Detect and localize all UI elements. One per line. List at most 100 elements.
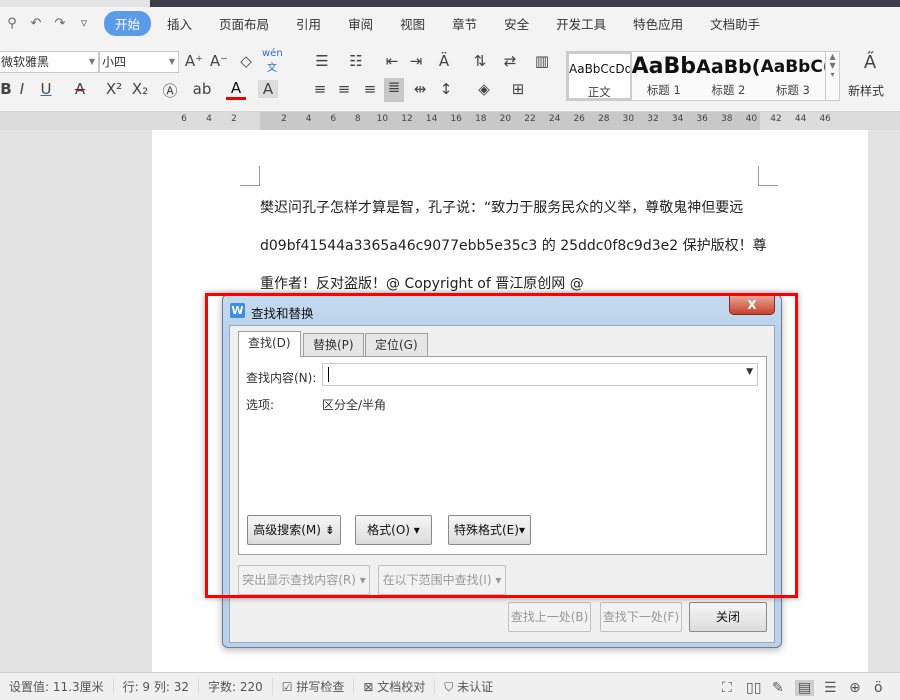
ruler-tick: 30 (622, 114, 635, 124)
line-spacing-icon[interactable]: ↕ (436, 80, 456, 98)
style-heading-2[interactable]: AaBb(标题 2 (696, 52, 761, 100)
margin-marker (240, 166, 260, 186)
ruler-tick: 4 (206, 114, 212, 124)
ruler-tick: 42 (770, 114, 782, 124)
decrease-indent-icon[interactable]: ⇤ (382, 52, 402, 70)
highlight-icon[interactable]: ab (192, 80, 212, 98)
ruler-tick: 6 (181, 114, 187, 124)
spell-check-button[interactable]: ☑ 拼写检查 (273, 678, 355, 695)
style-heading-3[interactable]: AaBbC(标题 3 (760, 52, 826, 100)
new-style-icon[interactable]: A̋ (860, 52, 880, 73)
style-gallery: AaBbCcDd 正文 AaBb 标题 1 AaBb(标题 2 AaBbC(标题 3… (566, 51, 840, 101)
ruler-tick: 2 (281, 114, 287, 124)
tab-find[interactable]: 查找(D) (238, 331, 301, 357)
line-break-icon[interactable]: ⇄ (500, 52, 520, 70)
style-normal[interactable]: AaBbCcDd 正文 (567, 52, 632, 100)
new-style-button[interactable]: 新样式 (848, 82, 884, 99)
sort-icon[interactable]: ⇅ (470, 52, 490, 70)
fullscreen-icon[interactable]: ⛶ (722, 680, 732, 696)
text-effect-icon[interactable]: Ⓐ (160, 80, 180, 101)
page-view-icon[interactable]: ▤ (795, 680, 815, 696)
tab-page-layout[interactable]: 页面布局 (208, 11, 280, 36)
ruler-tick: 16 (450, 114, 462, 124)
align-right-icon[interactable]: ≡ (360, 80, 380, 98)
menu-bar: ⚲ ↶ ↷ ▿ 开始 插入 页面布局 引用 审阅 视图 章节 安全 开发工具 特… (0, 7, 900, 40)
document-line: d09bf41544a3365a46c9077ebb5e35c3 的 25ddc… (260, 238, 767, 254)
columns-icon[interactable]: ▥ (532, 52, 552, 70)
tab-features[interactable]: 特色应用 (622, 11, 694, 36)
tab-home[interactable]: 开始 (104, 11, 152, 36)
ruler-tick: 12 (401, 114, 413, 124)
tab-references[interactable]: 引用 (285, 11, 332, 36)
style-heading-1[interactable]: AaBb 标题 1 (631, 52, 697, 100)
tab-security[interactable]: 安全 (493, 11, 540, 36)
tab-insert[interactable]: 插入 (156, 11, 203, 36)
reading-mode-icon[interactable]: ▯▯ (746, 680, 761, 696)
web-view-icon[interactable]: ⊕ (849, 680, 861, 696)
eye-protection-icon[interactable]: ö (874, 680, 883, 696)
tab-developer[interactable]: 开发工具 (545, 11, 617, 36)
outline-view-icon[interactable]: ☰ (824, 680, 837, 696)
align-left-icon[interactable]: ≡ (310, 80, 330, 98)
style-gallery-scroll[interactable]: ▲ ▼ ▾ (825, 52, 839, 100)
distribute-icon[interactable]: ⇹ (410, 80, 430, 98)
ruler-tick: 32 (647, 114, 659, 124)
superscript-icon[interactable]: X² (104, 80, 124, 98)
justify-icon[interactable]: ≣ (384, 78, 404, 102)
font-name-select[interactable]: 微软雅黑 ▼ (0, 51, 99, 73)
font-size-select[interactable]: 小四 ▼ (99, 51, 179, 73)
find-previous-button[interactable]: 查找上一处(B) (508, 602, 591, 632)
align-center-icon[interactable]: ≡ (334, 80, 354, 98)
borders-icon[interactable]: ⊞ (508, 80, 528, 98)
ruler-tick: 28 (598, 114, 610, 124)
italic-icon[interactable]: I (12, 80, 32, 98)
tab-review[interactable]: 审阅 (337, 11, 384, 36)
document-line: 樊迟问孔子怎样才算是智，孔子说：“致力于服务民众的义举，尊敬鬼神但要远 (260, 200, 744, 216)
strikethrough-icon[interactable]: A (70, 80, 90, 98)
increase-indent-icon[interactable]: ⇥ (406, 52, 426, 70)
ruler-tick: 34 (671, 114, 684, 124)
ruler-tick: 4 (305, 114, 312, 124)
chevron-down-icon: ▼ (168, 57, 175, 66)
ruler-tick: 38 (721, 114, 733, 124)
chevron-down-icon: ▼ (88, 57, 95, 66)
unverified-status[interactable]: ⛉ 未认证 (435, 678, 502, 695)
undo-icon[interactable]: ↶ (24, 16, 48, 31)
bullets-icon[interactable]: ☰ (312, 52, 332, 70)
tab-view[interactable]: 视图 (389, 11, 436, 36)
ruler-tick: 6 (330, 114, 337, 124)
numbering-icon[interactable]: ☷ (346, 52, 366, 70)
find-next-button[interactable]: 查找下一处(F) (600, 602, 682, 632)
subscript-icon[interactable]: X₂ (130, 80, 150, 98)
clear-format-icon[interactable]: ◇ (236, 52, 256, 70)
customize-icon[interactable]: ▿ (72, 16, 96, 31)
doc-proofread-button[interactable]: ⊠ 文档校对 (354, 678, 436, 695)
status-position: 设置值: 11.3厘米 (0, 678, 114, 695)
underline-icon[interactable]: U (36, 80, 56, 98)
tab-section[interactable]: 章节 (441, 11, 488, 36)
phonetic-guide-icon[interactable]: wén 文 (262, 48, 283, 74)
shrink-font-icon[interactable]: A⁻ (209, 52, 229, 70)
font-name-value: 微软雅黑 (1, 55, 50, 69)
ruler-tick: 2 (231, 114, 237, 124)
redo-icon[interactable]: ↷ (48, 16, 72, 31)
text-direction-icon[interactable]: Ä (434, 52, 454, 70)
close-button[interactable]: 关闭 (689, 602, 767, 632)
horizontal-ruler[interactable]: 6 4 2 2 4 6 8 10 12 14 16 18 20 22 24 26 28 30 32 34 36 38 40 4… (0, 112, 900, 130)
status-line-col: 行: 9 列: 32 (114, 678, 200, 695)
tab-doc-assistant[interactable]: 文档助手 (699, 11, 771, 36)
ruler-tick: 46 (819, 114, 831, 124)
search-icon[interactable]: ⚲ (0, 16, 24, 31)
font-size-value: 小四 (102, 55, 127, 69)
ruler-tick: 26 (573, 114, 585, 124)
pen-icon[interactable]: ✎ (772, 680, 784, 696)
status-word-count[interactable]: 字数: 220 (199, 678, 273, 695)
grow-font-icon[interactable]: A⁺ (184, 52, 204, 70)
title-bar (150, 0, 900, 7)
shading-icon[interactable]: ◈ (474, 80, 494, 98)
font-color-icon[interactable]: A (226, 80, 246, 100)
char-shading-icon[interactable]: A (258, 80, 278, 98)
ruler-tick: 22 (524, 114, 536, 124)
margin-marker (758, 166, 778, 186)
status-bar: 设置值: 11.3厘米 行: 9 列: 32 字数: 220 ☑ 拼写检查 ⊠ … (0, 672, 900, 700)
